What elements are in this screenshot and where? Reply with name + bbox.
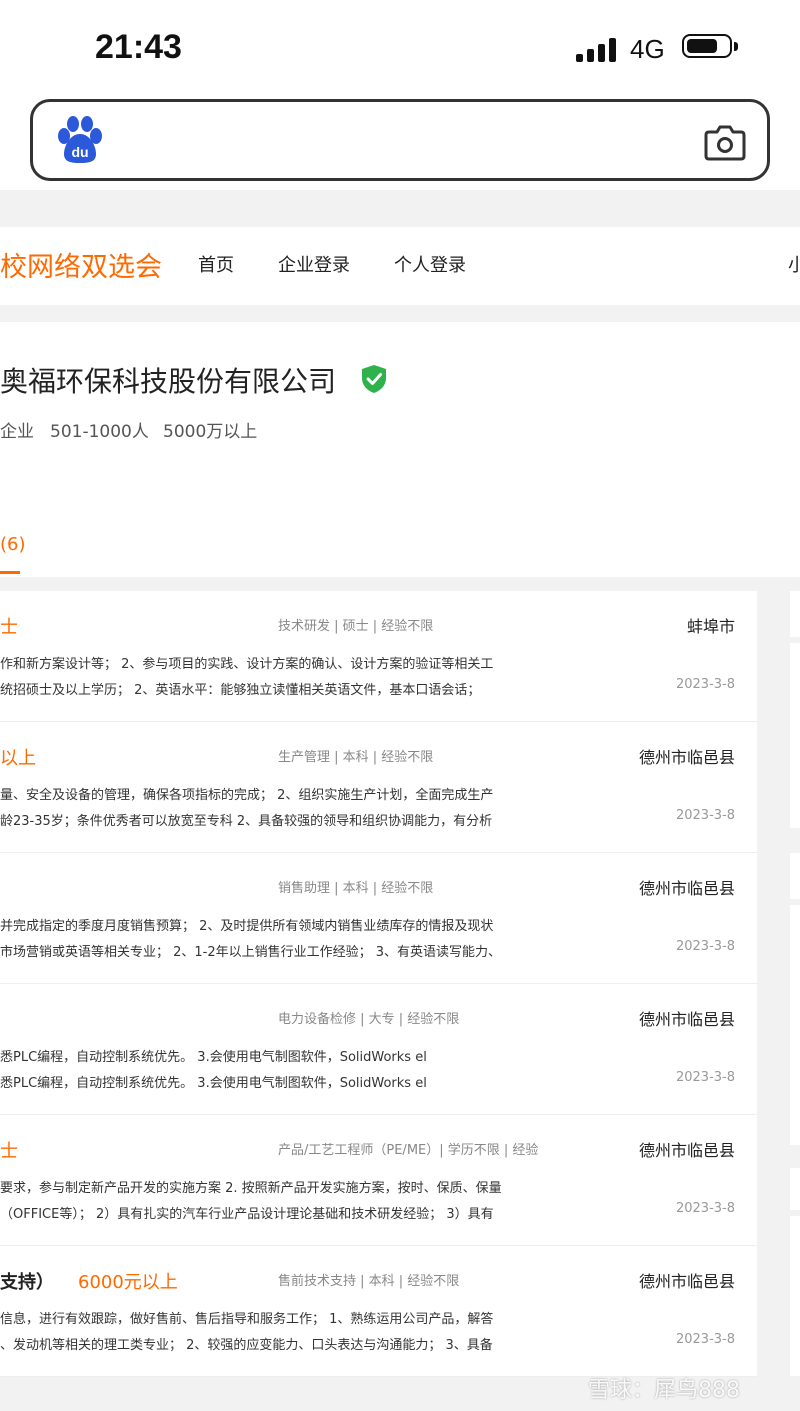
- job-requirement-line: 市场营销或英语等相关专业； 2、1-2年以上销售行业工作经验； 3、有英语读写能…: [0, 945, 502, 960]
- job-card[interactable]: 士 技术研发 | 硕士 | 经验不限 蚌埠市 作和新方案设计等； 2、参与项目的…: [0, 591, 757, 722]
- status-time: 21:43: [95, 28, 182, 66]
- job-requirement-line: 、发动机等相关的理工类专业； 2、较强的应变能力、口头表达与沟通能力； 3、具备: [0, 1338, 493, 1353]
- job-title: 士: [0, 1137, 18, 1163]
- job-description-line: 量、安全及设备的管理，确保各项指标的完成； 2、组织实施生产计划，全面完成生产: [0, 788, 494, 803]
- job-card[interactable]: 以上 生产管理 | 本科 | 经验不限 德州市临邑县 量、安全及设备的管理，确保…: [0, 722, 757, 853]
- job-requirement-line: （OFFICE等）； 2）具有扎实的汽车行业产品设计理论基础和技术研发经验； 3…: [0, 1207, 494, 1222]
- job-city: 德州市临邑县: [638, 1010, 735, 1029]
- tab-jobs[interactable]: (6): [0, 534, 26, 555]
- battery-icon: [682, 34, 738, 58]
- job-description-line: 信息，进行有效跟踪，做好售前、售后指导和服务工作； 1、熟练运用公司产品，解答: [0, 1312, 494, 1327]
- job-tags: 产品/工艺工程师（PE/ME）| 学历不限 | 经验: [278, 1143, 539, 1158]
- job-card[interactable]: 销售助理 | 本科 | 经验不限 德州市临邑县 并完成指定的季度月度销售预算； …: [0, 853, 757, 984]
- job-card[interactable]: 支持） 6000元以上 售前技术支持 | 本科 | 经验不限 德州市临邑县 信息，…: [0, 1246, 757, 1377]
- site-brand[interactable]: 校网络双选会: [0, 245, 162, 284]
- search-input[interactable]: du: [30, 99, 770, 181]
- job-tags: 电力设备检修 | 大专 | 经验不限: [278, 1012, 460, 1027]
- side-panel-edge: [790, 643, 800, 828]
- baidu-logo-icon[interactable]: du: [55, 116, 105, 164]
- job-city: 德州市临邑县: [638, 879, 735, 898]
- job-date: 2023-3-8: [675, 1332, 735, 1347]
- nav-company-login[interactable]: 企业登录: [278, 251, 350, 277]
- nav-item-clipped[interactable]: 小: [788, 251, 800, 277]
- job-description-line: 悉PLC编程，自动控制系统优先。 3.会使用电气制图软件，SolidWorks …: [0, 1050, 427, 1065]
- signal-icon: [576, 38, 618, 62]
- job-title: 士: [0, 613, 18, 639]
- company-name: 奥福环保科技股份有限公司: [0, 365, 337, 398]
- job-card[interactable]: 电力设备检修 | 大专 | 经验不限 德州市临邑县 悉PLC编程，自动控制系统优…: [0, 984, 757, 1115]
- job-title-text: 士: [0, 617, 18, 638]
- job-requirement-line: 悉PLC编程，自动控制系统优先。 3.会使用电气制图软件，SolidWorks …: [0, 1076, 427, 1091]
- job-city: 德州市临邑县: [638, 1141, 735, 1160]
- side-panel-edge: [790, 1216, 800, 1376]
- job-list: 士 技术研发 | 硕士 | 经验不限 蚌埠市 作和新方案设计等； 2、参与项目的…: [0, 591, 757, 1377]
- job-description-line: 作和新方案设计等； 2、参与项目的实践、设计方案的确认、设计方案的验证等相关工: [0, 657, 494, 672]
- job-date: 2023-3-8: [675, 939, 735, 954]
- company-type: 企业: [0, 422, 34, 442]
- job-date: 2023-3-8: [675, 1201, 735, 1216]
- network-type: 4G: [630, 34, 665, 64]
- site-nav: 校网络双选会 首页 企业登录 个人登录 小: [0, 227, 800, 305]
- company-capital: 5000万以上: [163, 422, 258, 442]
- job-city: 德州市临邑县: [638, 1272, 735, 1291]
- job-title-text: 士: [0, 1141, 18, 1162]
- company-size: 501-1000人: [50, 422, 149, 442]
- side-panel-edge: [790, 853, 800, 899]
- job-requirement-line: 统招硕士及以上学历； 2、英语水平：能够独立读懂相关英语文件，基本口语会话；: [0, 683, 481, 698]
- side-panel-edge: [790, 905, 800, 1145]
- side-panel-edge: [790, 1168, 800, 1210]
- job-title-text: 支持）: [0, 1272, 54, 1293]
- watermark: 雪球：犀鸟888: [588, 1378, 740, 1403]
- job-tags: 技术研发 | 硕士 | 经验不限: [278, 619, 434, 634]
- svg-text:du: du: [71, 144, 88, 160]
- job-salary: 6000元以上: [78, 1272, 178, 1293]
- job-tags: 售前技术支持 | 本科 | 经验不限: [278, 1274, 460, 1289]
- job-requirement-line: 龄23-35岁；条件优秀者可以放宽至专科 2、具备较强的领导和组织协调能力，有分…: [0, 814, 493, 829]
- job-title-text: 以上: [0, 748, 36, 769]
- job-title: 以上: [0, 744, 36, 770]
- job-description-line: 并完成指定的季度月度销售预算； 2、及时提供所有领域内销售业绩库存的情报及现状: [0, 919, 494, 934]
- job-date: 2023-3-8: [675, 808, 735, 823]
- job-date: 2023-3-8: [675, 677, 735, 692]
- job-description-line: 要求，参与制定新产品开发的实施方案 2. 按照新产品开发实施方案，按时、保质、保…: [0, 1181, 502, 1196]
- job-title: 支持） 6000元以上: [0, 1268, 178, 1294]
- camera-icon[interactable]: [703, 122, 747, 162]
- nav-home[interactable]: 首页: [198, 251, 234, 277]
- job-city: 蚌埠市: [686, 617, 735, 636]
- tab-active-indicator: [0, 571, 20, 574]
- job-date: 2023-3-8: [675, 1070, 735, 1085]
- status-bar: 21:43 4G: [0, 0, 800, 95]
- nav-personal-login[interactable]: 个人登录: [394, 251, 466, 277]
- job-tags: 生产管理 | 本科 | 经验不限: [278, 750, 434, 765]
- side-panel-edge: [790, 591, 800, 637]
- company-header: 奥福环保科技股份有限公司 企业 501-1000人 5000万以上 (6): [0, 322, 800, 577]
- verified-shield-icon: [362, 365, 386, 393]
- job-city: 德州市临邑县: [638, 748, 735, 767]
- job-tags: 销售助理 | 本科 | 经验不限: [278, 881, 434, 896]
- search-bar-container: du: [0, 95, 800, 190]
- job-card[interactable]: 士 产品/工艺工程师（PE/ME）| 学历不限 | 经验 德州市临邑县 要求，参…: [0, 1115, 757, 1246]
